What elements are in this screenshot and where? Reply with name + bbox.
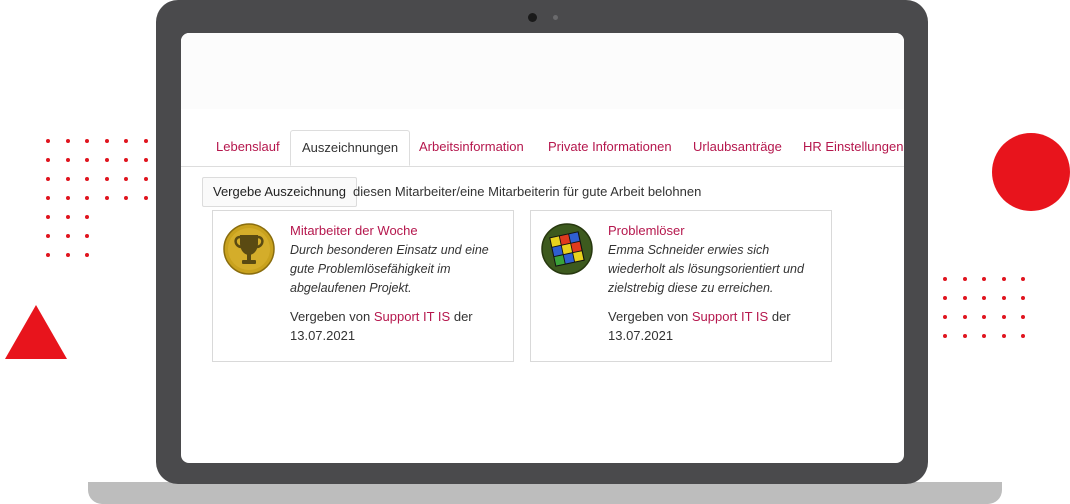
decorative-dot — [1001, 315, 1006, 319]
decorative-dot — [982, 334, 986, 338]
decorative-dot — [1001, 277, 1006, 281]
decorative-dot — [124, 177, 128, 181]
decorative-dot — [46, 234, 50, 238]
decorative-dot — [46, 158, 50, 162]
decorative-dot — [46, 253, 50, 257]
decorative-dot — [85, 158, 89, 162]
decorative-dot — [85, 139, 89, 143]
decorative-dot — [1021, 334, 1025, 338]
decorative-dot — [962, 296, 967, 300]
decorative-dot — [1021, 277, 1025, 281]
decorative-dot — [143, 177, 148, 181]
decorative-dot — [143, 158, 148, 162]
camera-led-icon — [553, 15, 558, 20]
decorative-dot — [104, 158, 109, 162]
award-card: Mitarbeiter der Woche Durch besonderen E… — [212, 210, 514, 362]
tab-private-informationen[interactable]: Private Informationen — [548, 130, 672, 165]
award-footer: Vergeben von Support IT IS der 13.07.202… — [290, 307, 505, 345]
decorative-dot — [982, 315, 986, 319]
award-description: Emma Schneider erwies sich wiederholt al… — [608, 243, 804, 295]
decorative-dot — [1001, 334, 1006, 338]
decorative-dot — [104, 177, 109, 181]
decorative-dot — [1021, 315, 1025, 319]
screen-header-area — [181, 33, 904, 109]
decorative-dot — [124, 158, 128, 162]
rubiks-cube-icon — [541, 223, 593, 275]
decorative-dot — [85, 253, 89, 257]
tab-urlaubsantraege[interactable]: Urlaubsanträge — [693, 130, 782, 165]
award-button[interactable]: Vergebe Auszeichnung — [202, 177, 357, 207]
award-date: 13.07.2021 — [608, 328, 674, 343]
awarded-by-mid: der — [771, 309, 791, 324]
decorative-dot — [46, 139, 50, 143]
awarded-by-mid: der — [453, 309, 473, 324]
decorative-dot — [46, 215, 50, 219]
camera-icon — [528, 13, 537, 22]
trophy-icon — [223, 223, 275, 275]
decorative-dot — [962, 334, 967, 338]
award-card: Problemlöser Emma Schneider erwies sich … — [530, 210, 832, 362]
decorative-dot — [85, 215, 89, 219]
decorative-dot — [943, 315, 947, 319]
tab-auszeichnungen[interactable]: Auszeichnungen — [290, 130, 411, 166]
decorative-dot — [65, 234, 70, 238]
decorative-dot — [943, 334, 947, 338]
decorative-dot — [143, 139, 148, 143]
decorative-dot — [65, 177, 70, 181]
award-title[interactable]: Mitarbeiter der Woche — [290, 223, 418, 238]
decorative-dot — [65, 253, 70, 257]
decorative-dot — [124, 139, 128, 143]
tab-bar: Lebenslauf Auszeichnungen Arbeitsinforma… — [181, 130, 904, 167]
award-hint-text: diesen Mitarbeiter/eine Mitarbeiterin fü… — [353, 184, 702, 199]
laptop-screen: Lebenslauf Auszeichnungen Arbeitsinforma… — [181, 33, 904, 463]
decorative-dot — [46, 196, 50, 200]
decorative-dot — [1021, 296, 1025, 300]
decorative-dot — [982, 296, 986, 300]
decorative-dot — [104, 196, 109, 200]
decorative-dot — [124, 196, 128, 200]
decorative-dot — [65, 158, 70, 162]
decorative-dot — [65, 196, 70, 200]
award-description: Durch besonderen Einsatz und eine gute P… — [290, 243, 489, 295]
decorative-dot — [65, 139, 70, 143]
tab-arbeitsinformation[interactable]: Arbeitsinformation — [419, 130, 524, 165]
decorative-dot — [85, 177, 89, 181]
decorative-dot — [65, 215, 70, 219]
decorative-dot — [1001, 296, 1006, 300]
decorative-dot — [943, 296, 947, 300]
decorative-red-triangle — [5, 305, 67, 359]
decorative-dot — [85, 234, 89, 238]
award-title[interactable]: Problemlöser — [608, 223, 685, 238]
decorative-dot — [104, 139, 109, 143]
decorative-dot — [46, 177, 50, 181]
tab-hr-einstellungen[interactable]: HR Einstellungen — [803, 130, 903, 165]
decorative-dot — [143, 196, 148, 200]
awarded-by-link[interactable]: Support IT IS — [692, 309, 768, 324]
awarded-by-prefix: Vergeben von — [608, 309, 689, 324]
awarded-by-prefix: Vergeben von — [290, 309, 371, 324]
award-footer: Vergeben von Support IT IS der 13.07.202… — [608, 307, 823, 345]
laptop-base — [88, 482, 1002, 504]
decorative-dot — [943, 277, 947, 281]
decorative-dot — [982, 277, 986, 281]
decorative-dot — [962, 315, 967, 319]
decorative-dot — [962, 277, 967, 281]
award-date: 13.07.2021 — [290, 328, 356, 343]
awarded-by-link[interactable]: Support IT IS — [374, 309, 450, 324]
decorative-red-circle — [992, 133, 1070, 211]
tab-lebenslauf[interactable]: Lebenslauf — [216, 130, 280, 165]
decorative-dot — [85, 196, 89, 200]
